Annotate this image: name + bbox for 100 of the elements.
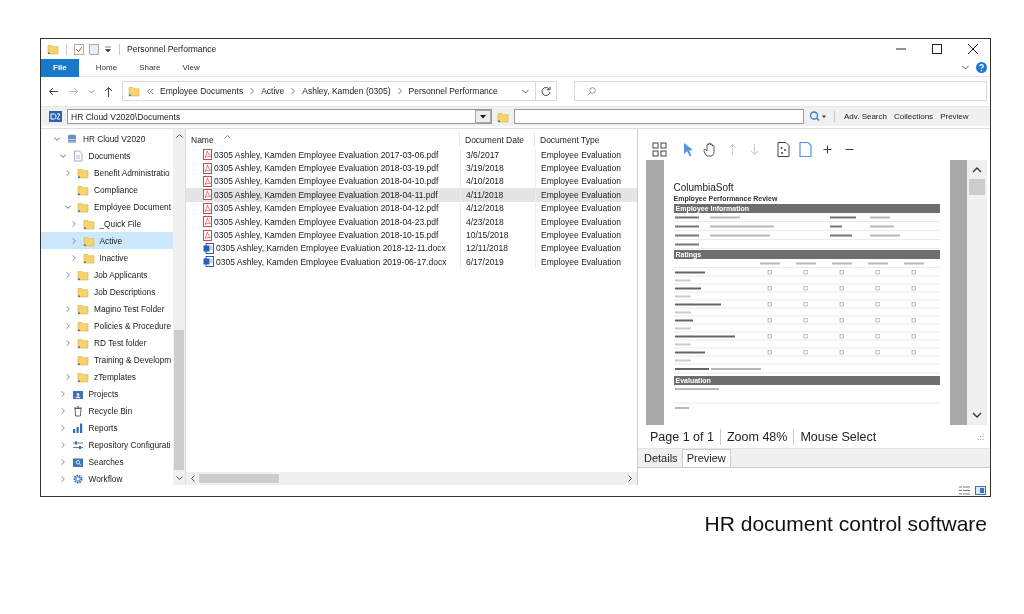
refresh-button[interactable] xyxy=(535,81,557,101)
up-icon[interactable] xyxy=(104,85,113,97)
breadcrumb-item[interactable]: Active xyxy=(261,86,285,96)
file-row[interactable]: 0305 Ashley, Kamden Employee Evaluation 2018-03-19.pdf 3/19/2018 Employee Evaluation xyxy=(186,161,637,175)
breadcrumb-item[interactable]: Employee Documents xyxy=(160,86,244,96)
scrollbar-thumb[interactable] xyxy=(199,474,279,483)
file-row[interactable]: 0305 Ashley, Kamden Employee Evaluation 2017-03-06.pdf 3/6/2017 Employee Evaluation xyxy=(186,148,637,162)
tree-item[interactable]: Projects xyxy=(41,385,173,402)
tree-item[interactable]: Inactive xyxy=(41,249,173,266)
back-icon[interactable] xyxy=(48,86,59,96)
file-row[interactable]: 0305 Ashley, Kamden Employee Evaluation 2019-06-17.docx 6/17/2019 Employee Evaluation xyxy=(186,255,637,269)
scrollbar[interactable] xyxy=(186,472,637,485)
chevron-down-icon[interactable] xyxy=(58,151,67,160)
thumbnails-icon[interactable] xyxy=(652,141,667,157)
tree-item[interactable]: Searches xyxy=(41,453,173,470)
column-header[interactable]: Document Type xyxy=(535,132,627,147)
toolbar-link[interactable]: Adv. Search xyxy=(844,112,887,121)
chevron-right-icon[interactable] xyxy=(58,423,67,432)
tree-item[interactable]: _Quick File xyxy=(41,215,173,232)
new-folder-icon[interactable] xyxy=(89,43,99,55)
scrollbar-thumb[interactable] xyxy=(174,330,184,470)
tree-item[interactable]: Repository Configurati xyxy=(41,436,173,453)
file-name: 0305 Ashley, Kamden Employee Evaluation 2018-04-11.pdf xyxy=(214,189,438,200)
document-type: Employee Evaluation xyxy=(541,176,621,187)
close-icon[interactable] xyxy=(968,44,978,54)
sort-ascending-icon xyxy=(223,134,231,139)
folder-icon[interactable] xyxy=(497,110,509,123)
file-row[interactable]: 0305 Ashley, Kamden Employee Evaluation 2018-04-11.pdf 4/11/2018 Employee Evaluation xyxy=(186,188,637,202)
chevron-right-icon[interactable] xyxy=(58,474,67,483)
column-header[interactable]: Name xyxy=(186,132,460,147)
file-row[interactable]: 0305 Ashley, Kamden Employee Evaluation 2018-04-12.pdf 4/12/2018 Employee Evaluation xyxy=(186,201,637,215)
scrollbar[interactable] xyxy=(967,160,987,425)
tree-item[interactable]: zTemplates xyxy=(41,368,173,385)
maximize-icon[interactable] xyxy=(932,44,942,54)
tree-item[interactable]: Magino Test Folder xyxy=(41,300,173,317)
tree-item[interactable]: RD Test folder xyxy=(41,334,173,351)
toolbar-link[interactable]: Preview xyxy=(940,112,969,121)
chevron-right-icon[interactable] xyxy=(64,372,72,381)
ribbon-tab[interactable]: Share xyxy=(128,58,172,77)
chevron-right-icon[interactable] xyxy=(64,338,72,347)
tree-item[interactable]: Job Applicants xyxy=(41,266,173,283)
tree-item[interactable]: HR Cloud V2020 xyxy=(41,130,173,147)
chevron-right-icon[interactable] xyxy=(69,253,78,262)
ribbon-tab[interactable]: View xyxy=(171,58,211,77)
chevron-right-icon[interactable] xyxy=(58,406,67,415)
breadcrumb-item[interactable]: Personnel Performance xyxy=(408,86,498,96)
tree-item[interactable]: Recycle Bin xyxy=(41,402,173,419)
tree-item[interactable]: Policies & Procedure xyxy=(41,317,173,334)
properties-icon[interactable] xyxy=(74,43,84,55)
breadcrumb-item[interactable]: Ashley, Kamden (0305) xyxy=(302,86,391,96)
details-view-icon[interactable] xyxy=(959,486,970,495)
chevron-down-icon[interactable] xyxy=(961,63,970,72)
chevron-right-icon[interactable] xyxy=(58,457,67,466)
chevron-right-icon[interactable] xyxy=(58,440,67,449)
page-icon[interactable] xyxy=(798,141,813,157)
ribbon-tab[interactable]: Home xyxy=(84,58,129,77)
scrollbar-thumb[interactable] xyxy=(969,179,985,195)
text-field[interactable] xyxy=(514,109,804,124)
chevron-right-icon[interactable] xyxy=(64,270,72,279)
page-fit-icon[interactable] xyxy=(776,141,791,157)
search-field[interactable] xyxy=(574,81,987,101)
chevron-right-icon[interactable] xyxy=(69,219,78,228)
tree-item[interactable]: Reports xyxy=(41,419,173,436)
preview-view-icon[interactable] xyxy=(975,486,986,495)
file-row[interactable]: 0305 Ashley, Kamden Employee Evaluation 2018-10-15.pdf 10/15/2018 Employee Evaluation xyxy=(186,228,637,242)
ribbon-tab[interactable]: File xyxy=(41,58,79,77)
search-icon[interactable] xyxy=(809,111,827,122)
file-row[interactable]: 0305 Ashley, Kamden Employee Evaluation 2018-04-23.pdf 4/23/2018 Employee Evaluation xyxy=(186,214,637,229)
chevron-right-icon[interactable] xyxy=(69,236,78,245)
tree-item[interactable]: Benefit Administratio xyxy=(41,164,173,181)
tree-item[interactable]: Active xyxy=(41,232,173,249)
word-document-icon xyxy=(203,256,214,268)
pane-tab[interactable]: Preview xyxy=(681,449,731,467)
chevron-down-icon[interactable] xyxy=(88,87,95,95)
hand-icon[interactable] xyxy=(703,141,718,157)
pane-tab[interactable]: Details xyxy=(640,450,682,467)
scrollbar[interactable] xyxy=(173,129,185,485)
help-icon[interactable] xyxy=(976,62,987,73)
tree-item[interactable]: Compliance xyxy=(41,181,173,198)
chevron-down-icon[interactable] xyxy=(64,202,72,211)
toolbar-link[interactable]: Collections xyxy=(894,112,934,121)
path-dropdown[interactable]: HR Cloud V2020\Documents xyxy=(67,109,492,124)
chevron-down-icon[interactable] xyxy=(53,134,61,143)
folder-icon xyxy=(77,353,89,366)
file-row[interactable]: 0305 Ashley, Kamden Employee Evaluation 2018-12-11.docx 12/11/2018 Employee Evaluation xyxy=(186,241,637,256)
dropdown-icon[interactable] xyxy=(104,45,112,53)
tree-item[interactable]: Job Descriptions xyxy=(41,283,173,300)
tree-item[interactable]: Documents xyxy=(41,147,173,164)
chevron-right-icon[interactable] xyxy=(64,304,72,313)
tree-item[interactable]: Employee Document xyxy=(41,198,173,215)
column-header[interactable]: Document Date xyxy=(460,132,535,147)
chevron-right-icon[interactable] xyxy=(64,168,72,177)
database-icon xyxy=(66,132,78,145)
chevron-right-icon[interactable] xyxy=(64,321,72,330)
address-bar[interactable]: Employee Documents Active Ashley, Kamden (0305) Personnel Performance xyxy=(122,81,536,101)
forward-icon[interactable] xyxy=(68,86,79,96)
gear-icon xyxy=(71,472,84,485)
chevron-right-icon[interactable] xyxy=(58,389,67,398)
tree-item[interactable]: Workflow xyxy=(41,470,173,485)
tree-item[interactable]: Training & Developm xyxy=(41,351,173,368)
